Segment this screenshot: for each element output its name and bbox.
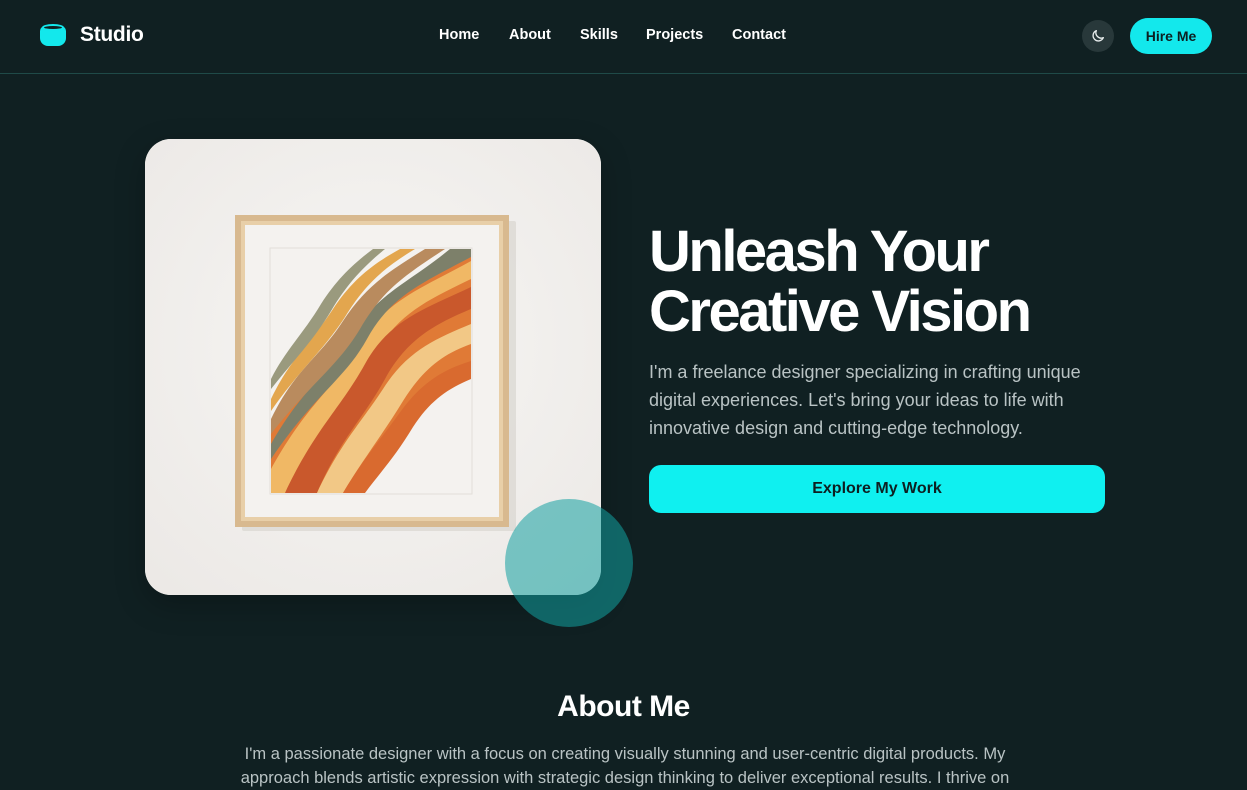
- about-title: About Me: [557, 690, 690, 723]
- theme-toggle-button[interactable]: [1082, 20, 1114, 52]
- logo-text: Studio: [80, 23, 144, 46]
- explore-work-button[interactable]: Explore My Work: [649, 465, 1105, 513]
- hero-subtitle: I'm a freelance designer specializing in…: [649, 362, 1081, 438]
- site-header: Studio Home About Skills Projects Contac…: [0, 0, 1247, 74]
- logo[interactable]: Studio: [40, 22, 144, 48]
- hire-me-button[interactable]: Hire Me: [1130, 18, 1212, 54]
- nav-home[interactable]: Home: [439, 27, 479, 43]
- database-icon: [40, 22, 66, 48]
- nav-projects[interactable]: Projects: [646, 27, 703, 43]
- nav-contact[interactable]: Contact: [732, 27, 786, 43]
- hero-title-line2: Creative Vision: [649, 279, 1032, 344]
- hero-title-line1: Unleash Your: [649, 219, 990, 284]
- about-text: I'm a passionate designer with a focus o…: [240, 745, 1010, 787]
- nav-skills[interactable]: Skills: [580, 27, 618, 43]
- decorative-circle: [505, 499, 633, 627]
- moon-icon: [1092, 30, 1104, 42]
- nav-about[interactable]: About: [509, 27, 551, 43]
- hero-title: Unleash Your Creative Vision: [649, 222, 1189, 342]
